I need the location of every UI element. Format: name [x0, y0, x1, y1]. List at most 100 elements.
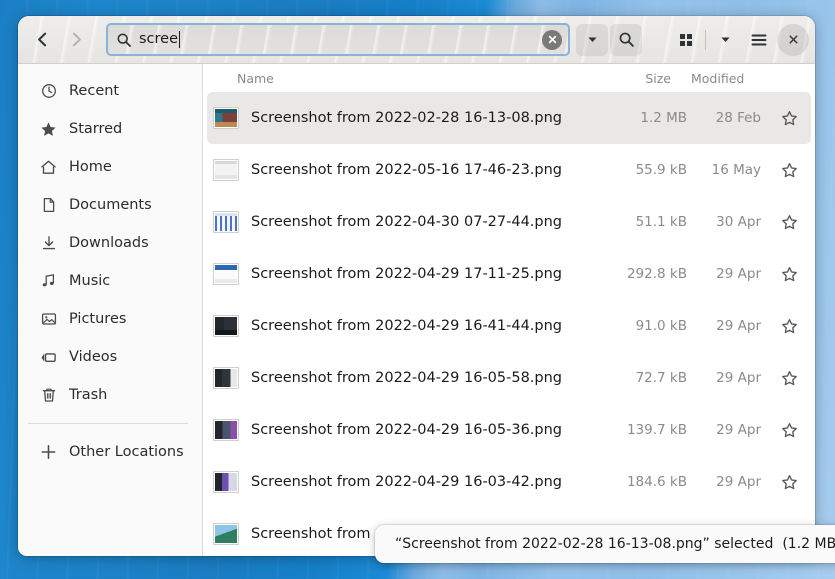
star-toggle-icon[interactable]	[775, 266, 803, 283]
column-headers: Name Size Modified	[203, 64, 815, 92]
file-size: 72.7 kB	[607, 370, 693, 386]
main-menu-button[interactable]	[743, 24, 775, 56]
plus-icon	[40, 444, 57, 461]
sidebar-item-starred[interactable]: Starred	[24, 110, 196, 148]
file-thumbnail-icon	[213, 107, 239, 129]
star-toggle-icon[interactable]	[775, 162, 803, 179]
sidebar-item-recent[interactable]: Recent	[24, 72, 196, 110]
file-size: 91.0 kB	[607, 318, 693, 334]
star-toggle-icon[interactable]	[775, 474, 803, 491]
file-name: Screenshot from 2022-04-29 16-05-36.png	[251, 422, 607, 438]
window-body: Recent Starred Home	[18, 64, 815, 556]
hamburger-menu-icon	[750, 31, 768, 49]
search-options-dropdown[interactable]	[576, 24, 608, 56]
sidebar-item-pictures[interactable]: Pictures	[24, 300, 196, 338]
close-button[interactable]	[777, 24, 809, 56]
file-thumbnail-icon	[213, 471, 239, 493]
table-row[interactable]: Screenshot from 2022-04-29 16-05-58.png7…	[207, 352, 811, 404]
table-row[interactable]: Screenshot from 2022-04-29 16-03-42.png1…	[207, 456, 811, 508]
star-toggle-icon[interactable]	[775, 318, 803, 335]
sidebar-divider	[28, 423, 188, 424]
document-icon	[40, 197, 57, 214]
home-icon	[40, 159, 57, 176]
file-name: Screenshot from 2022-02-28 16-13-08.png	[251, 110, 607, 126]
star-toggle-icon[interactable]	[775, 110, 803, 127]
chevron-right-icon	[68, 31, 85, 48]
file-modified: 29 Apr	[693, 370, 775, 386]
file-name: Screenshot from 2022-05-16 17-46-23.png	[251, 162, 607, 178]
sidebar-item-music[interactable]: Music	[24, 262, 196, 300]
clear-text-icon[interactable]	[542, 30, 562, 50]
search-input[interactable]: scree	[139, 31, 542, 48]
sidebar-item-downloads[interactable]: Downloads	[24, 224, 196, 262]
star-toggle-icon[interactable]	[775, 370, 803, 387]
download-icon	[40, 235, 57, 252]
file-modified: 29 Apr	[693, 318, 775, 334]
column-header-name[interactable]: Name	[213, 71, 593, 86]
trash-icon	[40, 387, 57, 404]
table-row[interactable]: Screenshot from 2022-04-29 16-41-44.png9…	[207, 300, 811, 352]
column-header-modified[interactable]: Modified	[679, 71, 761, 86]
view-mode-group	[670, 24, 741, 56]
toast-message: “Screenshot from 2022-02-28 16-13-08.png…	[395, 536, 773, 552]
file-size: 1.2 MB	[607, 110, 693, 126]
file-rows: Screenshot from 2022-02-28 16-13-08.png1…	[203, 92, 815, 556]
file-thumbnail-icon	[213, 367, 239, 389]
sidebar-item-home[interactable]: Home	[24, 148, 196, 186]
text-caret	[179, 31, 180, 48]
file-name: Screenshot from 2022-04-30 07-27-44.png	[251, 214, 607, 230]
file-modified: 29 Apr	[693, 266, 775, 282]
chevron-down-icon	[586, 33, 599, 46]
chevron-down-icon	[719, 33, 732, 46]
sidebar-item-label: Music	[69, 273, 110, 289]
search-button[interactable]	[610, 24, 642, 56]
file-modified: 28 Feb	[693, 110, 775, 126]
file-size: 51.1 kB	[607, 214, 693, 230]
sidebar-item-label: Videos	[69, 349, 117, 365]
grid-view-icon	[678, 32, 694, 48]
table-row[interactable]: Screenshot from 2022-04-29 16-05-36.png1…	[207, 404, 811, 456]
video-icon	[40, 349, 57, 366]
view-options-dropdown[interactable]	[709, 24, 741, 56]
status-toast: “Screenshot from 2022-02-28 16-13-08.png…	[375, 525, 835, 563]
file-thumbnail-icon	[213, 419, 239, 441]
table-row[interactable]: Screenshot from 2022-05-16 17-46-23.png5…	[207, 144, 811, 196]
sidebar-item-label: Recent	[69, 83, 119, 99]
sidebar-item-label: Downloads	[69, 235, 149, 251]
sidebar-item-label: Home	[69, 159, 112, 175]
file-modified: 30 Apr	[693, 214, 775, 230]
picture-icon	[40, 311, 57, 328]
file-name: Screenshot from 2022-04-29 17-11-25.png	[251, 266, 607, 282]
sidebar-item-label: Trash	[69, 387, 107, 403]
file-list-area: Name Size Modified Screenshot from 2022-…	[203, 64, 815, 556]
file-thumbnail-icon	[213, 159, 239, 181]
search-entry[interactable]: scree	[106, 23, 570, 56]
star-toggle-icon[interactable]	[775, 214, 803, 231]
table-row[interactable]: Screenshot from 2022-04-30 07-27-44.png5…	[207, 196, 811, 248]
sidebar-item-documents[interactable]: Documents	[24, 186, 196, 224]
file-modified: 29 Apr	[693, 474, 775, 490]
file-thumbnail-icon	[213, 315, 239, 337]
sidebar-item-label: Starred	[69, 121, 122, 137]
table-row[interactable]: Screenshot from 2022-04-29 17-11-25.png 2…	[207, 248, 811, 300]
sidebar-item-trash[interactable]: Trash	[24, 376, 196, 414]
sidebar-item-other-locations[interactable]: Other Locations	[24, 433, 196, 471]
file-name: Screenshot from 2022-04-29 16-03-42.png	[251, 474, 607, 490]
column-header-size[interactable]: Size	[593, 71, 679, 86]
file-thumbnail-icon	[213, 523, 239, 545]
close-icon	[787, 33, 800, 46]
star-toggle-icon[interactable]	[775, 422, 803, 439]
file-modified: 16 May	[693, 162, 775, 178]
forward-button[interactable]	[60, 24, 92, 56]
grid-view-button[interactable]	[670, 24, 702, 56]
sidebar-item-label: Documents	[69, 197, 152, 213]
search-icon	[618, 31, 635, 48]
clock-icon	[40, 83, 57, 100]
file-thumbnail-icon	[213, 263, 239, 285]
back-button[interactable]	[26, 24, 58, 56]
search-icon	[116, 32, 132, 48]
sidebar-item-videos[interactable]: Videos	[24, 338, 196, 376]
navigation-buttons	[26, 24, 92, 56]
table-row[interactable]: Screenshot from 2022-02-28 16-13-08.png1…	[207, 92, 811, 144]
sidebar: Recent Starred Home	[18, 64, 203, 556]
